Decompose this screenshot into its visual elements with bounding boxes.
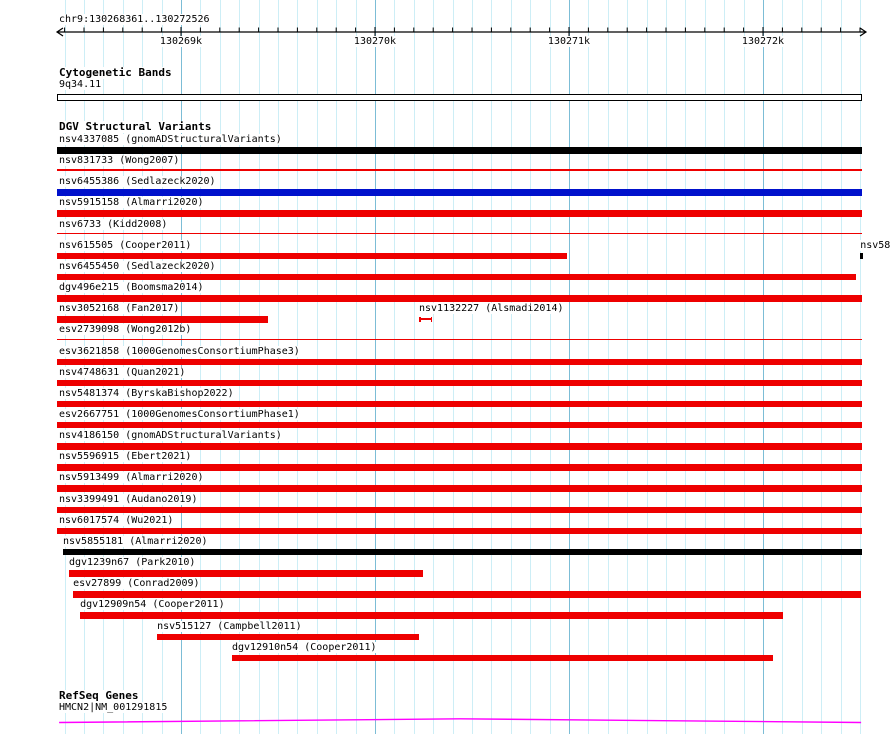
variant-label-nsv515127[interactable]: nsv515127 (Campbell2011) (157, 620, 302, 632)
variant-bar-nsv6455386[interactable] (57, 189, 863, 196)
gridline-minor (588, 0, 590, 734)
variant-bar-nsv5855181[interactable] (63, 548, 863, 556)
variant-label-nsv4186150[interactable]: nsv4186150 (gnomADStructuralVariants) (59, 430, 282, 442)
gridline-minor (452, 0, 454, 734)
gridline-minor (491, 0, 493, 734)
gridline-minor (801, 0, 803, 734)
gridline-major (763, 0, 764, 734)
variant-bar-dgv1239n67[interactable] (69, 570, 423, 577)
variant-bar-esv27899[interactable] (73, 591, 862, 598)
variant-label-nsv4337085[interactable]: nsv4337085 (gnomADStructuralVariants) (59, 134, 282, 145)
variant-bar-nsv831733[interactable] (57, 169, 863, 171)
gridline-minor (394, 0, 396, 734)
cytoband[interactable] (57, 94, 862, 101)
ruler-tick-label: 130271k (547, 36, 591, 47)
variant-label-nsv3399491[interactable]: nsv3399491 (Audano2019) (59, 493, 198, 505)
variant-bar-nsv6733[interactable] (57, 232, 863, 235)
gridline-minor (743, 0, 745, 734)
ruler-tick-label: 130269k (159, 36, 203, 47)
variant-label-esv2739098[interactable]: esv2739098 (Wong2012b) (59, 324, 192, 336)
gridline-minor (704, 0, 706, 734)
cytoband-label: 9q34.11 (59, 79, 102, 90)
variant-bar-nsv6455450[interactable] (57, 273, 857, 281)
variant-label-nsv6017574[interactable]: nsv6017574 (Wu2021) (59, 514, 174, 526)
variant-label-nsv615505[interactable]: nsv615505 (Cooper2011) (59, 239, 192, 251)
variant-label-nsv5915158[interactable]: nsv5915158 (Almarri2020) (59, 197, 204, 209)
variant-bar-esv3621858[interactable] (57, 358, 863, 365)
variant-label-nsv4748631[interactable]: nsv4748631 (Quan2021) (59, 366, 186, 378)
variant-bar-nsv58[interactable] (860, 252, 864, 260)
gridline-minor (316, 0, 318, 734)
variant-label-nsv5913499[interactable]: nsv5913499 (Almarri2020) (59, 472, 204, 484)
variant-label-nsv58[interactable]: nsv58 (860, 239, 890, 251)
refseq-section-title: RefSeq Genes (59, 689, 139, 702)
gene-model-line[interactable] (59, 718, 862, 724)
genome-browser-view: chr9:130268361..130272526 130269k 130270k… (0, 0, 890, 734)
gridline-minor (413, 0, 415, 734)
gridline-minor (530, 0, 532, 734)
gridline-minor (724, 0, 726, 734)
variant-bar-nsv515127[interactable] (157, 633, 419, 640)
variant-bar-esv2667751[interactable] (57, 421, 863, 429)
gridline-minor (685, 0, 687, 734)
dgv-section-title: DGV Structural Variants (59, 120, 212, 133)
gridline-minor (472, 0, 473, 734)
gridline-minor (782, 0, 784, 734)
refseq-gene-label: HMCN2|NM_001291815 (59, 702, 168, 713)
variant-bar-dgv496e215[interactable] (57, 295, 863, 302)
ruler-tick-label: 130270k (353, 36, 397, 47)
variant-bar-nsv1132227[interactable] (419, 318, 433, 320)
variant-bar-nsv3399491[interactable] (57, 506, 863, 513)
variant-label-nsv5596915[interactable]: nsv5596915 (Ebert2021) (59, 451, 192, 463)
gridline-minor (336, 0, 338, 734)
variant-label-dgv1239n67[interactable]: dgv1239n67 (Park2010) (69, 557, 196, 568)
variant-bar-nsv5915158[interactable] (57, 210, 863, 217)
variant-label-dgv12909n54[interactable]: dgv12909n54 (Cooper2011) (80, 599, 225, 611)
variant-label-nsv6733[interactable]: nsv6733 (Kidd2008) (59, 218, 168, 230)
variant-bar-nsv4337085[interactable] (57, 147, 863, 154)
variant-label-nsv5481374[interactable]: nsv5481374 (ByrskaBishop2022) (59, 387, 234, 399)
gridline-minor (510, 0, 512, 734)
variant-bar-nsv6017574[interactable] (57, 527, 863, 535)
region-title: chr9:130268361..130272526 (59, 14, 210, 25)
variant-label-dgv12910n54[interactable]: dgv12910n54 (Cooper2011) (232, 641, 377, 653)
gridline-major (375, 0, 376, 734)
gridline-minor (860, 0, 861, 734)
variant-bar-esv2739098[interactable] (57, 338, 863, 341)
variant-label-nsv1132227[interactable]: nsv1132227 (Alsmadi2014) (419, 303, 564, 315)
refseq-gene-model[interactable] (0, 713, 890, 729)
gridline-minor (821, 0, 823, 734)
gridline-minor (355, 0, 357, 734)
variant-label-nsv3052168[interactable]: nsv3052168 (Fan2017) (59, 303, 180, 315)
variant-bar-nsv4186150[interactable] (57, 443, 863, 450)
variant-label-nsv831733[interactable]: nsv831733 (Wong2007) (59, 155, 180, 167)
variant-label-esv3621858[interactable]: esv3621858 (1000GenomesConsortiumPhase3) (59, 345, 300, 357)
variant-bar-nsv5913499[interactable] (57, 485, 863, 492)
variant-label-nsv6455450[interactable]: nsv6455450 (Sedlazeck2020) (59, 260, 216, 272)
variant-label-nsv5855181[interactable]: nsv5855181 (Almarri2020) (63, 535, 208, 547)
variant-bar-nsv615505[interactable] (57, 252, 567, 260)
ruler-line (55, 27, 868, 37)
variant-bar-nsv4748631[interactable] (57, 379, 863, 387)
variant-label-esv27899[interactable]: esv27899 (Conrad2009) (73, 578, 200, 590)
variant-bar-nsv5596915[interactable] (57, 464, 863, 471)
gridline-minor (627, 0, 629, 734)
gridline-minor (607, 0, 609, 734)
variant-bar-nsv3052168[interactable] (57, 316, 269, 323)
gridline-major (569, 0, 570, 734)
gridline-minor (549, 0, 551, 734)
variant-bar-dgv12909n54[interactable] (80, 612, 784, 619)
variant-label-esv2667751[interactable]: esv2667751 (1000GenomesConsortiumPhase1) (59, 408, 300, 420)
gridline-minor (666, 0, 667, 734)
variant-bar-dgv12910n54[interactable] (232, 654, 774, 662)
variant-label-nsv6455386[interactable]: nsv6455386 (Sedlazeck2020) (59, 176, 216, 188)
gridline-minor (840, 0, 842, 734)
cytogenetic-section-title: Cytogenetic Bands (59, 66, 172, 79)
ruler-tick-label: 130272k (741, 36, 785, 47)
variant-bar-nsv5481374[interactable] (57, 400, 863, 408)
gridline-minor (433, 0, 435, 734)
variant-label-dgv496e215[interactable]: dgv496e215 (Boomsma2014) (59, 282, 204, 293)
gridline-minor (646, 0, 648, 734)
